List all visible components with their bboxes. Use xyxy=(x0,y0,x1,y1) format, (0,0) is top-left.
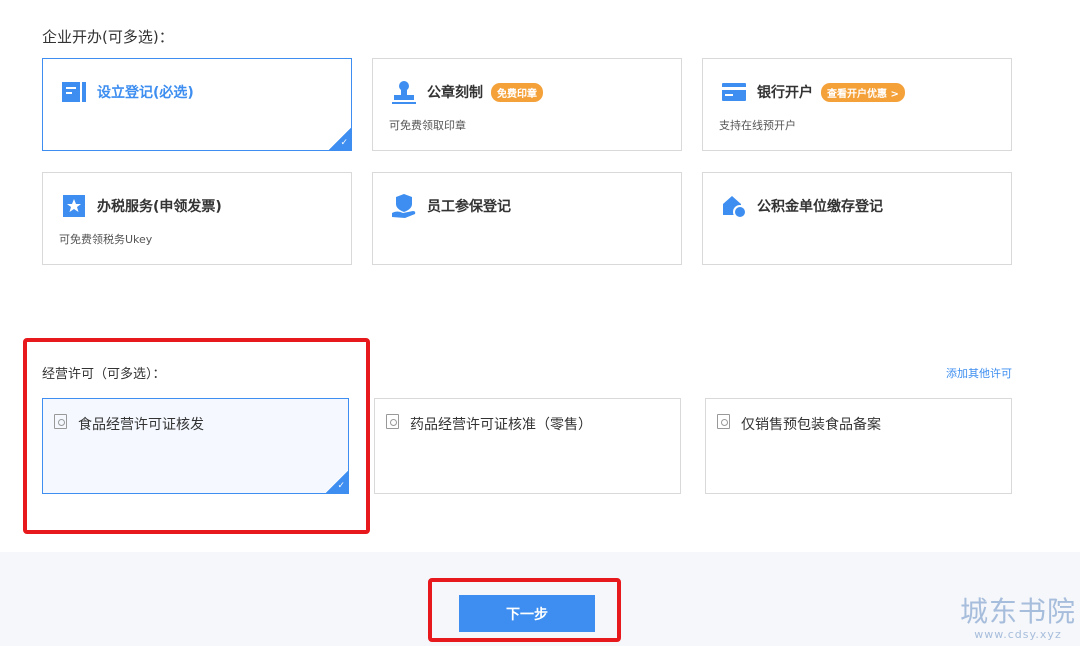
add-other-license-link[interactable]: 添加其他许可 xyxy=(946,365,1012,381)
card-establish-registration[interactable]: 设立登记(必选) ✓ xyxy=(42,58,352,151)
form-icon xyxy=(61,79,87,105)
free-seal-badge: 免费印章 xyxy=(491,82,543,102)
watermark: 城东书院 www.cdsy.xyz xyxy=(959,595,1076,642)
shield-hand-icon xyxy=(391,193,417,219)
card-housing-fund[interactable]: 公积金单位缴存登记 xyxy=(702,172,1012,265)
card-bank-account[interactable]: 银行开户 查看开户优惠 > 支持在线预开户 xyxy=(702,58,1012,151)
card-label: 设立登记(必选) xyxy=(97,85,194,101)
house-coin-icon xyxy=(721,193,747,219)
card-tax-service[interactable]: 办税服务(申领发票) 可免费领税务Ukey xyxy=(42,172,352,265)
license-card-prepackaged-food[interactable]: 仅销售预包装食品备案 xyxy=(705,398,1012,494)
card-label: 办税服务(申领发票) xyxy=(97,199,222,215)
card-subtitle: 可免费领税务Ukey xyxy=(59,233,153,246)
card-label: 银行开户 xyxy=(757,85,813,101)
card-seal-engraving[interactable]: 公章刻制 免费印章 可免费领取印章 xyxy=(372,58,682,151)
card-label: 公积金单位缴存登记 xyxy=(757,199,883,215)
card-subtitle: 可免费领取印章 xyxy=(389,119,466,132)
card-employee-insurance[interactable]: 员工参保登记 xyxy=(372,172,682,265)
bank-card-icon xyxy=(721,79,747,105)
document-icon xyxy=(717,414,730,429)
license-card-drug[interactable]: 药品经营许可证核准（零售） xyxy=(374,398,681,494)
license-highlight-box xyxy=(23,338,370,534)
next-button-highlight-box xyxy=(428,578,621,642)
enterprise-section-title: 企业开办(可多选)： xyxy=(42,28,174,46)
card-subtitle: 支持在线预开户 xyxy=(719,119,796,132)
card-label: 公章刻制 xyxy=(427,85,483,101)
watermark-sub: www.cdsy.xyz xyxy=(974,628,1062,641)
license-label: 药品经营许可证核准（零售） xyxy=(410,417,592,433)
document-icon xyxy=(386,414,399,429)
card-label: 员工参保登记 xyxy=(427,199,511,215)
watermark-main: 城东书院 xyxy=(959,595,1076,628)
stamp-icon xyxy=(391,79,417,105)
tax-star-icon xyxy=(61,193,87,219)
license-label: 仅销售预包装食品备案 xyxy=(741,417,881,433)
account-offer-badge[interactable]: 查看开户优惠 > xyxy=(821,82,905,102)
selected-check-icon: ✓ xyxy=(329,128,351,150)
